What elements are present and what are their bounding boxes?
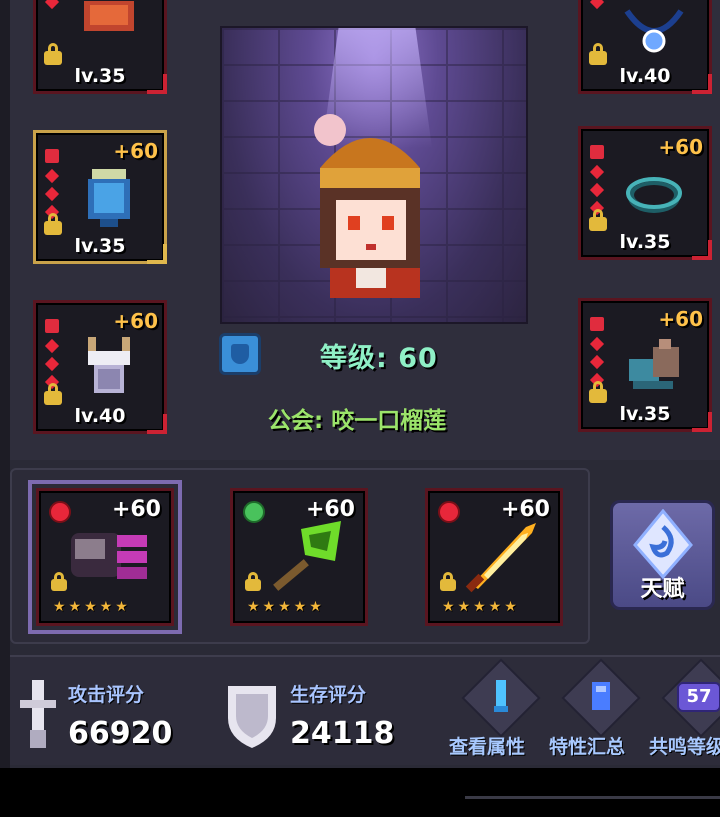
mount-icon <box>619 329 689 399</box>
slot-level: lv.35 <box>619 231 671 253</box>
bottom-edge <box>0 768 720 817</box>
rarity-gems <box>44 0 60 15</box>
enhance-bonus: +60 <box>658 135 703 159</box>
trait-summary-button[interactable]: 特性汇总 <box>549 658 649 760</box>
enhance-bonus: +60 <box>113 139 158 163</box>
view-attributes-button[interactable]: 查看属性 <box>449 658 549 760</box>
slot-level: lv.35 <box>74 235 126 257</box>
equipment-slot-armor[interactable]: +60 lv.35 <box>33 130 167 264</box>
talent-button[interactable]: 天赋 <box>610 500 715 610</box>
resonance-badge-icon: 57 <box>677 682 720 712</box>
slot-level: lv.40 <box>619 65 671 87</box>
slot-level: lv.35 <box>619 403 671 425</box>
lock-icon <box>44 43 62 65</box>
lock-icon <box>589 209 607 231</box>
trait-summary-label: 特性汇总 <box>549 736 626 758</box>
star-rating: ★★★★★ <box>53 599 131 615</box>
resonance-level-label: 共鸣等级 <box>649 736 720 758</box>
star-rating: ★★★★★ <box>442 599 520 615</box>
survival-score-label: 生存评分 <box>290 684 367 706</box>
armor-icon <box>74 161 144 231</box>
slot-level: lv.35 <box>74 65 126 87</box>
talent-icon <box>633 508 693 580</box>
character-sprite <box>300 108 450 308</box>
equipment-slot-helmet-left[interactable]: lv.35 <box>33 0 167 94</box>
guild-badge-icon[interactable] <box>219 333 261 375</box>
potion-icon <box>488 680 514 714</box>
character-level: 等级: 60 <box>320 343 438 374</box>
left-rail <box>0 0 10 817</box>
talent-label: 天赋 <box>640 577 685 602</box>
lock-icon <box>44 383 62 405</box>
enhance-bonus: +60 <box>658 307 703 331</box>
view-attributes-label: 查看属性 <box>449 736 526 758</box>
lock-icon <box>44 213 62 235</box>
attack-score-label: 攻击评分 <box>68 684 145 706</box>
resonance-level-button[interactable]: 57 共鸣等级 <box>649 658 720 760</box>
star-rating: ★★★★★ <box>247 599 325 615</box>
weapon-slot-3[interactable]: +60 ★★★★★ <box>425 488 563 626</box>
armor-icon <box>74 0 144 61</box>
weapon-slot-2[interactable]: +60 ★★★★★ <box>230 488 368 626</box>
weapon-slot-1[interactable]: +60 ★★★★★ <box>28 480 182 634</box>
equipment-slot-pet[interactable]: +60 lv.35 <box>578 298 712 432</box>
necklace-icon <box>619 0 689 61</box>
equipment-slot-necklace[interactable]: lv.40 <box>578 0 712 94</box>
lock-icon <box>51 572 67 591</box>
axe-weapon-icon <box>261 515 351 595</box>
slot-level: lv.40 <box>74 405 126 427</box>
gauntlet-weapon-icon <box>67 515 157 595</box>
lock-icon <box>589 43 607 65</box>
bracelet-icon <box>619 157 689 227</box>
lock-icon <box>245 572 261 591</box>
lock-icon <box>589 381 607 403</box>
lock-icon <box>440 572 456 591</box>
divider <box>465 796 720 799</box>
trait-icon <box>588 680 614 714</box>
sword-icon <box>20 680 56 756</box>
attack-score-value: 66920 <box>68 716 173 751</box>
rarity-gems <box>589 0 605 15</box>
guild-name: 公会: 咬一口榴莲 <box>268 408 447 434</box>
flame-sword-icon <box>456 515 546 595</box>
equipment-slot-boots[interactable]: +60 lv.40 <box>33 300 167 434</box>
character-preview[interactable] <box>220 26 528 324</box>
survival-score-value: 24118 <box>290 716 395 751</box>
equipment-slot-ring[interactable]: +60 lv.35 <box>578 126 712 260</box>
armor-icon <box>74 331 144 401</box>
enhance-bonus: +60 <box>113 309 158 333</box>
shield-icon <box>226 684 278 754</box>
